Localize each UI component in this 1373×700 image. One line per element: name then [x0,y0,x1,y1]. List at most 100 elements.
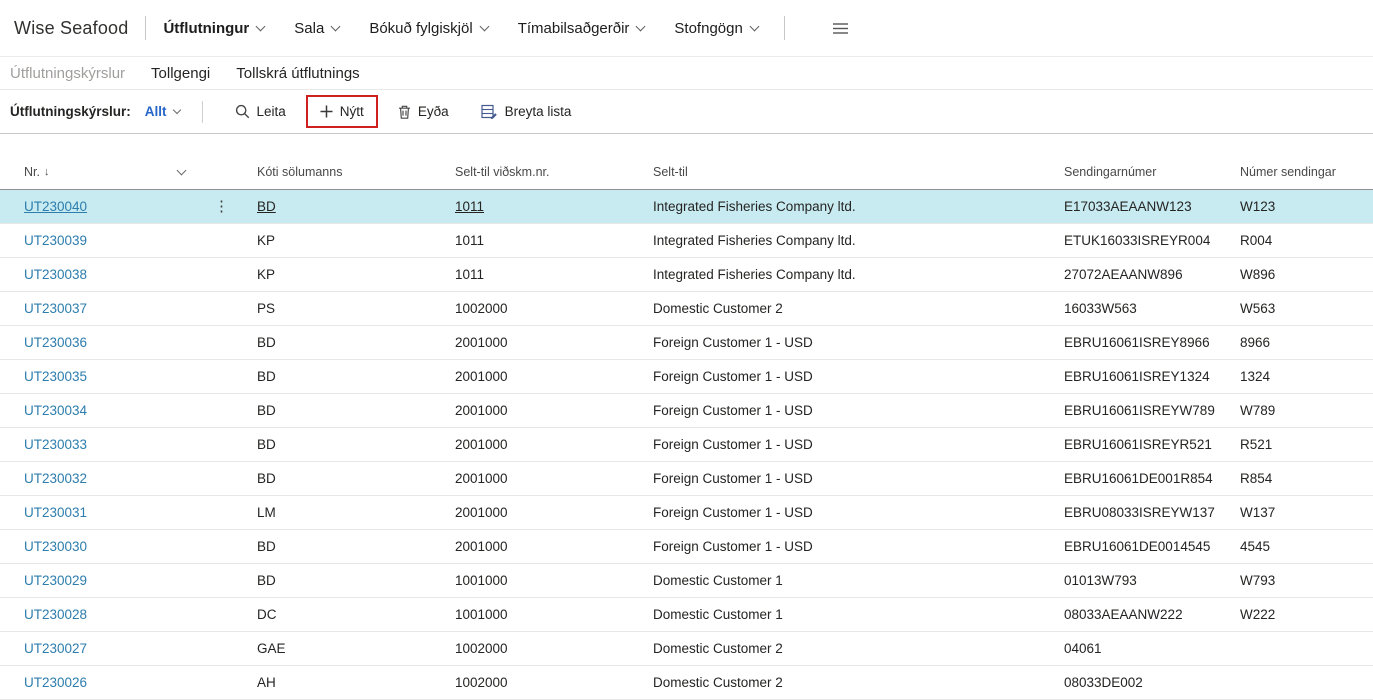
column-header-shipmentnumber[interactable]: Númer sendingar [1240,165,1373,179]
column-header-salesperson[interactable]: Kóti sölumanns [257,165,455,179]
cell-sellto: Domestic Customer 2 [653,301,1064,316]
table-row[interactable]: UT230039 KP 1011 Integrated Fisheries Co… [0,224,1373,258]
annotation-highlight-box: Nýtt [306,95,378,128]
cell-shipmentnumber: W789 [1240,403,1373,418]
cell-sellto: Integrated Fisheries Company ltd. [653,267,1064,282]
column-header-custno[interactable]: Selt-til viðskm.nr. [455,165,653,179]
nav-item-bokud-fylgiskjol[interactable]: Bókuð fylgiskjöl [369,20,487,37]
search-button[interactable]: Leita [231,102,290,121]
record-link[interactable]: UT230036 [24,335,87,350]
table-row[interactable]: UT230033 BD 2001000 Foreign Customer 1 -… [0,428,1373,462]
cell-salesperson: BD [257,573,455,588]
cell-nr: UT230033 [0,437,257,452]
cell-custno: 2001000 [455,369,653,384]
record-link[interactable]: UT230038 [24,267,87,282]
cell-nr: UT230029 [0,573,257,588]
table-row[interactable]: UT230029 BD 1001000 Domestic Customer 1 … [0,564,1373,598]
column-header-nr[interactable]: Nr. ↓ [0,165,257,179]
cell-nr: UT230037 [0,301,257,316]
cell-shipmentno: 08033AEAANW222 [1064,607,1240,622]
cell-nr: UT230030 [0,539,257,554]
cell-shipmentnumber: R004 [1240,233,1373,248]
column-options-chevron-icon[interactable] [177,165,187,175]
cell-salesperson: BD [257,335,455,350]
cell-salesperson: GAE [257,641,455,656]
delete-button[interactable]: Eyða [394,102,453,121]
cell-shipmentnumber: R521 [1240,437,1373,452]
cell-shipmentno: EBRU16061DE0014545 [1064,539,1240,554]
table-row[interactable]: UT230034 BD 2001000 Foreign Customer 1 -… [0,394,1373,428]
cell-shipmentnumber: 4545 [1240,539,1373,554]
more-menu-button[interactable] [828,18,853,39]
record-link[interactable]: UT230030 [24,539,87,554]
record-link[interactable]: UT230040 [24,199,87,214]
plus-icon [320,105,333,118]
table-row[interactable]: UT230037 PS 1002000 Domestic Customer 2 … [0,292,1373,326]
new-button[interactable]: Nýtt [316,102,368,121]
sub-nav: Útflutningskýrslur Tollgengi Tollskrá út… [0,57,1373,90]
cell-shipmentno: EBRU16061ISREYW789 [1064,403,1240,418]
table-row[interactable]: UT230036 BD 2001000 Foreign Customer 1 -… [0,326,1373,360]
subnav-item-tollskra-utflutnings[interactable]: Tollskrá útflutnings [236,65,359,82]
table-row[interactable]: UT230026 AH 1002000 Domestic Customer 2 … [0,666,1373,700]
cell-shipmentnumber: W793 [1240,573,1373,588]
cell-salesperson: BD [257,369,455,384]
cell-shipmentno: ETUK16033ISREYR004 [1064,233,1240,248]
subnav-item-tollgengi[interactable]: Tollgengi [151,65,210,82]
table-row[interactable]: UT230030 BD 2001000 Foreign Customer 1 -… [0,530,1373,564]
nav-item-utflutningur[interactable]: Útflutningur [163,20,264,37]
record-link[interactable]: UT230034 [24,403,87,418]
cell-custno: 2001000 [455,437,653,452]
column-header-sellto[interactable]: Selt-til [653,165,1064,179]
cell-custno: 1002000 [455,301,653,316]
view-filter-dropdown[interactable]: Allt [145,104,180,119]
cell-shipmentnumber: W563 [1240,301,1373,316]
cell-sellto: Domestic Customer 2 [653,641,1064,656]
table-row[interactable]: UT230027 GAE 1002000 Domestic Customer 2… [0,632,1373,666]
table-row[interactable]: UT230038 KP 1011 Integrated Fisheries Co… [0,258,1373,292]
record-link[interactable]: UT230037 [24,301,87,316]
cell-salesperson: BD [257,403,455,418]
cell-nr: UT230032 [0,471,257,486]
record-link[interactable]: UT230035 [24,369,87,384]
record-link[interactable]: UT230031 [24,505,87,520]
cell-custno: 2001000 [455,471,653,486]
cell-salesperson: BD [257,539,455,554]
column-header-shipmentno[interactable]: Sendingarnúmer [1064,165,1240,179]
table-body: UT230040 ⋮ BD 1011 Integrated Fisheries … [0,190,1373,700]
row-ellipsis[interactable]: ⋮ [214,199,229,214]
record-link[interactable]: UT230033 [24,437,87,452]
edit-list-button[interactable]: Breyta lista [477,102,576,121]
trash-icon [398,105,411,119]
nav-item-timabilsadgerdir[interactable]: Tímabilsaðgerðir [518,20,645,37]
cell-nr: UT230028 [0,607,257,622]
record-link[interactable]: UT230028 [24,607,87,622]
cell-shipmentno: EBRU16061ISREYR521 [1064,437,1240,452]
cell-custno: 2001000 [455,505,653,520]
list-caption: Útflutningskýrslur: [10,104,131,119]
cell-custno: 2001000 [455,335,653,350]
cell-nr: UT230040 ⋮ [0,199,257,214]
cell-custno: 1002000 [455,675,653,690]
cell-sellto: Integrated Fisheries Company ltd. [653,199,1064,214]
table-row[interactable]: UT230031 LM 2001000 Foreign Customer 1 -… [0,496,1373,530]
cell-shipmentnumber: W222 [1240,607,1373,622]
table-row[interactable]: UT230040 ⋮ BD 1011 Integrated Fisheries … [0,190,1373,224]
record-link[interactable]: UT230026 [24,675,87,690]
table-row[interactable]: UT230035 BD 2001000 Foreign Customer 1 -… [0,360,1373,394]
record-link[interactable]: UT230039 [24,233,87,248]
cell-custno: 1002000 [455,641,653,656]
cell-custno: 1001000 [455,573,653,588]
table-row[interactable]: UT230032 BD 2001000 Foreign Customer 1 -… [0,462,1373,496]
chevron-down-icon [479,21,489,31]
record-link[interactable]: UT230032 [24,471,87,486]
nav-item-sala[interactable]: Sala [294,20,339,37]
record-link[interactable]: UT230029 [24,573,87,588]
nav-item-stofngogn[interactable]: Stofngögn [674,20,757,37]
cell-shipmentno: 01013W793 [1064,573,1240,588]
cell-salesperson: DC [257,607,455,622]
chevron-down-icon [331,21,341,31]
table-row[interactable]: UT230028 DC 1001000 Domestic Customer 1 … [0,598,1373,632]
table-header-row: Nr. ↓ Kóti sölumanns Selt-til viðskm.nr.… [0,155,1373,190]
record-link[interactable]: UT230027 [24,641,87,656]
